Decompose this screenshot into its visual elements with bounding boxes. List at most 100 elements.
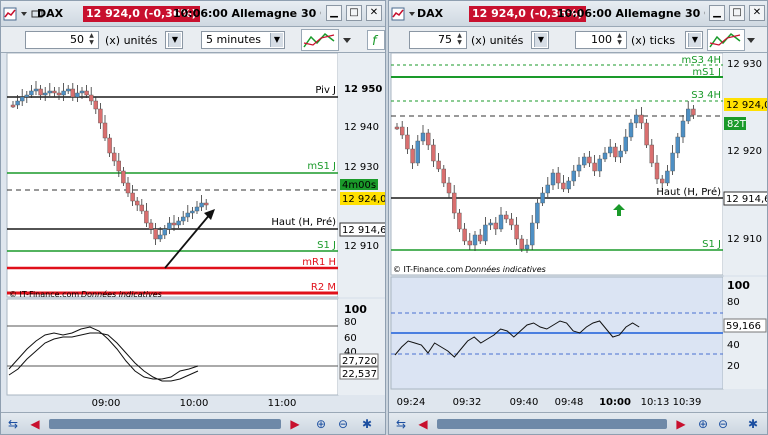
chart-window-right[interactable]: DAX 12 924,0 (-0,36%) 10:06:00 Allemagne… [388,0,768,435]
stepper-arrows-icon[interactable]: ▲ ▼ [86,32,97,48]
candle-body [33,88,39,92]
candle-body [644,122,649,146]
indicator-icon[interactable] [707,29,745,51]
countdown-text: 4m00s [342,180,376,191]
chevron-down-icon[interactable] [20,7,28,21]
chart-window-left[interactable]: DAX 12 924,0 (-0,36%) 10:06:00 Allemagne… [0,0,386,435]
candle-body [52,90,57,94]
stepper-arrows-icon[interactable]: ▲ ▼ [454,32,465,48]
share-icon[interactable]: ⇆ [393,416,409,432]
prev-icon[interactable]: ◀ [27,416,43,432]
chevron-down-icon[interactable] [745,29,757,51]
osc-axis-80: 80 [344,317,357,328]
unit-dropdown[interactable]: ▼ [165,31,183,49]
minimize-button[interactable]: ▁ [709,5,725,21]
time-label-1100: 11:00 [268,398,297,409]
osc-axis-100: 100 [727,279,750,292]
candle-body [394,126,400,130]
settings-icon[interactable]: ✱ [745,416,761,432]
timeframe-select[interactable]: 5 minutes ▼ [201,31,285,49]
candle-body [111,152,117,162]
price-chart[interactable]: mS3 4H mS1 J S3 4H Haut (H, Pré) S1 J © … [389,53,768,414]
candle-body [139,204,145,212]
candle-body [581,156,587,166]
zoom-in-icon[interactable]: ⊕ [695,416,711,432]
candle-body [171,222,177,226]
candle-body [70,88,76,98]
last-price-text: 12 924,0 [726,100,768,111]
ticks-stepper[interactable]: 100 ▲ ▼ [575,31,627,49]
candle-body [675,136,680,154]
price-chart[interactable]: Piv J mS1 J Haut (H, Pré) S1 J mR1 H R2 … [1,53,386,414]
level-label-ms3-4h: mS3 4H [681,55,721,66]
candle-body [457,212,462,230]
time-label-1000: 10:00 [180,398,209,409]
candle-body [415,140,420,164]
high-value-text: 12 914,6 [342,225,386,236]
time-label-1013: 10:13 [641,397,670,408]
prev-icon[interactable]: ◀ [415,416,431,432]
unit-label: (x) unités [105,34,158,47]
title-bar[interactable]: DAX 12 924,0 (-0,36%) 10:06:00 Allemagne… [389,1,767,27]
window-icons [391,5,416,23]
close-button[interactable]: ✕ [749,5,765,21]
stepper-arrows-icon[interactable]: ▲ ▼ [614,32,625,48]
bottom-toolbar: ⇆ ◀ ▶ ⊕ ⊖ ✱ [1,412,385,434]
osc-axis-100: 100 [344,303,367,316]
candle-body [93,100,99,110]
chevron-down-icon: ▼ [270,33,283,47]
title-bar[interactable]: DAX 12 924,0 (-0,36%) 10:06:00 Allemagne… [1,1,385,27]
chevron-down-icon: ▼ [534,33,547,47]
time-label-0932: 09:32 [453,397,482,408]
maximize-button[interactable]: □ [729,5,745,21]
candle-body [483,224,488,242]
candle-body [134,200,140,206]
candle-body [84,90,89,96]
candle-body [587,156,592,164]
chevron-down-icon[interactable] [408,7,416,21]
candle-body [660,178,665,184]
candle-body [399,126,405,136]
maximize-button[interactable]: □ [346,5,362,21]
candle-body [98,108,103,124]
candle-body [561,182,566,190]
candle-body [514,224,519,240]
chevron-down-icon[interactable] [341,29,353,51]
quantity-stepper[interactable]: 75 ▲ ▼ [409,31,467,49]
quantity-stepper[interactable]: 50 ▲ ▼ [25,31,99,49]
axis-tick-12920: 12 920 [727,146,762,157]
candle-body [185,212,191,218]
next-icon[interactable]: ▶ [287,416,303,432]
axis-tick-12930: 12 930 [727,59,762,70]
timeframe-value: 5 minutes [206,33,262,46]
indicator-icon[interactable] [301,29,339,51]
zoom-out-icon[interactable]: ⊖ [715,416,731,432]
candle-body [477,234,483,242]
close-button[interactable]: ✕ [366,5,382,21]
function-icon[interactable]: f [367,29,385,51]
share-icon[interactable]: ⇆ [5,416,21,432]
candle-body [47,90,52,94]
scrollbar-thumb[interactable] [437,419,667,429]
candle-body [540,192,545,204]
candle-body [498,214,504,230]
ticks-dropdown[interactable]: ▼ [685,31,703,49]
watermark-note: Données indicatives [465,264,546,274]
candle-body [633,114,639,124]
axis-tick-12910: 12 910 [344,241,379,252]
candle-body [535,202,540,224]
zoom-in-icon[interactable]: ⊕ [313,416,329,432]
scrollbar-thumb[interactable] [49,419,281,429]
settings-icon[interactable]: ✱ [359,416,375,432]
watermark: © IT-Finance.com [9,290,79,299]
zoom-out-icon[interactable]: ⊖ [335,416,351,432]
watermark: © IT-Finance.com [393,265,463,274]
time-label-0900: 09:00 [92,398,121,409]
candle-body [130,192,135,202]
next-icon[interactable]: ▶ [673,416,689,432]
candle-body [566,180,571,190]
minimize-button[interactable]: ▁ [326,5,342,21]
chart-toolbar: 50 ▲ ▼ (x) unités ▼ 5 minutes ▼ f [1,27,385,53]
instrument-info: 10:06:00 Allemagne 30 Cash (1€ [557,7,705,20]
unit-dropdown[interactable]: ▼ [531,31,549,49]
